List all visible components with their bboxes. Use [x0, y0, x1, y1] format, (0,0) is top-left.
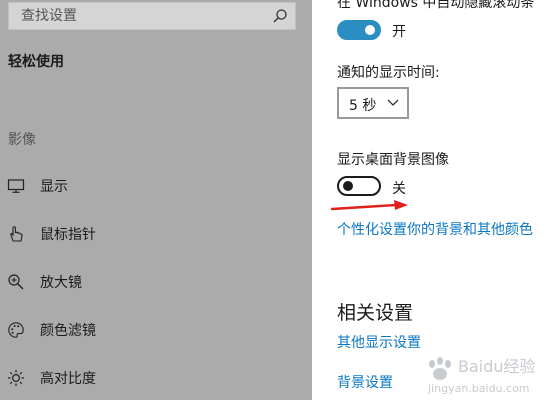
- sidebar-item-label: 高对比度: [40, 371, 96, 387]
- chevron-down-icon: [387, 99, 399, 106]
- section-title: 轻松使用: [8, 54, 64, 70]
- sidebar-item-label: 放大镜: [40, 275, 82, 291]
- auto-hide-scrollbar-toggle[interactable]: [337, 20, 381, 40]
- notification-duration-dropdown[interactable]: 5 秒: [337, 87, 409, 119]
- sidebar: 轻松使用 影像 显示 鼠标指针 放大镜 颜色滤镜: [0, 0, 312, 400]
- sidebar-item-label: 颜色滤镜: [40, 323, 96, 339]
- palette-icon: [8, 322, 24, 338]
- related-settings-title: 相关设置: [337, 302, 414, 324]
- search-box[interactable]: [8, 2, 296, 30]
- monitor-icon: [7, 179, 25, 193]
- show-desktop-background-label: 显示桌面背景图像: [337, 152, 449, 168]
- search-input[interactable]: [9, 3, 259, 29]
- toggle-knob: [343, 181, 353, 191]
- sidebar-item-mouse-pointer[interactable]: 鼠标指针: [0, 214, 312, 254]
- toggle-knob: [365, 25, 375, 35]
- watermark-brand: Baidu经验: [458, 357, 536, 376]
- watermark-url: jingyan.baidu.com: [427, 382, 530, 395]
- sun-contrast-icon: [8, 370, 24, 386]
- sidebar-item-display[interactable]: 显示: [0, 166, 312, 206]
- auto-hide-scrollbar-label: 在 Windows 中自动隐藏滚动条: [337, 0, 535, 11]
- background-toggle-state: 关: [392, 181, 406, 197]
- search-icon[interactable]: [272, 8, 288, 24]
- notification-duration-label: 通知的显示时间:: [337, 65, 440, 81]
- scrollbar-toggle-state: 开: [392, 24, 406, 40]
- sidebar-item-magnifier[interactable]: 放大镜: [0, 262, 312, 302]
- personalize-background-link[interactable]: 个性化设置你的背景和其他颜色: [337, 219, 533, 239]
- sidebar-item-high-contrast[interactable]: 高对比度: [0, 358, 312, 398]
- background-settings-link[interactable]: 背景设置: [337, 372, 393, 392]
- other-display-settings-link[interactable]: 其他显示设置: [337, 332, 421, 352]
- paw-logo-icon: [429, 357, 451, 380]
- notification-duration-value: 5 秒: [349, 98, 377, 114]
- sidebar-item-color-filters[interactable]: 颜色滤镜: [0, 310, 312, 350]
- magnifier-zoom-icon: [8, 274, 24, 290]
- group-label-vision: 影像: [8, 132, 36, 148]
- baidu-watermark: Baidu经验 jingyan.baidu.com: [427, 357, 536, 395]
- pointer-hand-icon: [10, 226, 23, 242]
- sidebar-item-label: 鼠标指针: [40, 227, 96, 243]
- red-arrow-annotation: [330, 200, 408, 211]
- show-desktop-background-toggle[interactable]: [337, 176, 381, 196]
- sidebar-item-label: 显示: [40, 179, 68, 195]
